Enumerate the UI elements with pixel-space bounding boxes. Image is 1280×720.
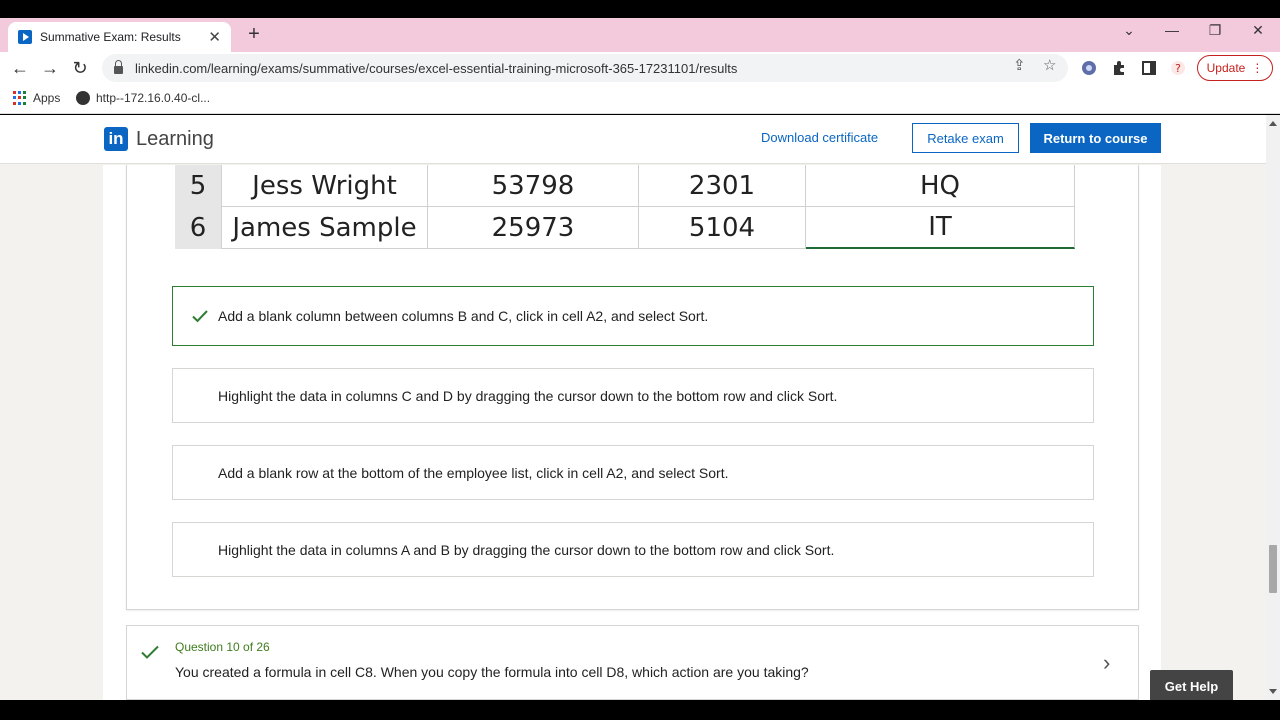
linkedin-learning-logo[interactable]: in Learning	[104, 127, 214, 151]
profile-help-icon[interactable]: ?	[1170, 60, 1186, 76]
scroll-up-icon[interactable]	[1269, 121, 1277, 126]
cell-c: 25973	[428, 207, 639, 249]
restore-icon[interactable]: ❐	[1200, 22, 1230, 39]
check-icon	[192, 310, 208, 323]
close-tab-icon[interactable]: ✕	[208, 28, 221, 46]
lock-icon	[114, 60, 123, 74]
new-tab-icon[interactable]: +	[243, 23, 265, 46]
browser-toolbar: ← → ↻ linkedin.com/learning/exams/summat…	[0, 52, 1280, 84]
extensions-puzzle-icon[interactable]	[1111, 60, 1127, 76]
answer-option-correct[interactable]: Add a blank column between columns B and…	[172, 286, 1094, 346]
return-to-course-button[interactable]: Return to course	[1030, 123, 1161, 153]
cell-d: 5104	[639, 207, 806, 249]
answer-text: Highlight the data in columns A and B by…	[218, 541, 835, 558]
cell-d: 2301	[639, 165, 806, 207]
cell-name: Jess Wright	[222, 165, 428, 207]
bookmark-intranet[interactable]: http--172.16.0.40-cl...	[76, 91, 210, 105]
page-scrollbar[interactable]	[1266, 115, 1280, 700]
row-header: 5	[175, 165, 222, 207]
tab-search-chevron-icon[interactable]: ⌄	[1114, 22, 1144, 39]
bookmark-star-icon[interactable]: ☆	[1043, 56, 1056, 74]
spreadsheet-image: 5 Jess Wright 53798 2301 HQ 6 James Samp…	[175, 165, 1075, 249]
update-label: Update	[1206, 61, 1246, 75]
tab-title: Summative Exam: Results	[40, 30, 181, 44]
bookmark-apps[interactable]: Apps	[13, 91, 60, 105]
scroll-thumb[interactable]	[1269, 545, 1277, 593]
url-text: linkedin.com/learning/exams/summative/co…	[135, 60, 738, 76]
answer-text: Highlight the data in columns C and D by…	[218, 387, 838, 404]
address-bar[interactable]: linkedin.com/learning/exams/summative/co…	[102, 54, 1068, 82]
download-certificate-link[interactable]: Download certificate	[761, 130, 878, 145]
kebab-menu-icon: ⋮	[1251, 61, 1264, 75]
cell-name: James Sample	[222, 207, 428, 249]
forward-arrow-icon[interactable]: →	[39, 57, 61, 79]
sheet-row: 6 James Sample 25973 5104 IT	[175, 207, 1075, 249]
linkedin-learning-favicon-icon	[18, 30, 32, 44]
back-arrow-icon[interactable]: ←	[9, 57, 31, 79]
cell-c: 53798	[428, 165, 639, 207]
bookmark-label: Apps	[33, 91, 61, 105]
svg-text:?: ?	[1175, 62, 1181, 75]
cell-e-selected: IT	[806, 207, 1075, 249]
answer-option[interactable]: Highlight the data in columns C and D by…	[172, 368, 1094, 423]
globe-icon	[76, 91, 90, 105]
sheet-row: 5 Jess Wright 53798 2301 HQ	[175, 165, 1075, 207]
side-panel-icon[interactable]	[1141, 60, 1157, 76]
retake-exam-button[interactable]: Retake exam	[912, 123, 1019, 153]
answer-option[interactable]: Highlight the data in columns A and B by…	[172, 522, 1094, 577]
extension-circle-icon[interactable]	[1081, 60, 1097, 76]
next-question-row[interactable]: Question 10 of 26 You created a formula …	[126, 625, 1139, 700]
reload-icon[interactable]: ↻	[69, 57, 91, 79]
logo-text: Learning	[136, 127, 214, 150]
bookmark-label: http--172.16.0.40-cl...	[96, 91, 211, 105]
answer-text: Add a blank row at the bottom of the emp…	[218, 464, 729, 481]
check-icon	[141, 645, 159, 659]
page: in Learning Download certificate Retake …	[0, 115, 1280, 700]
linkedin-in-icon: in	[104, 127, 128, 151]
scroll-down-icon[interactable]	[1269, 689, 1277, 694]
minimize-icon[interactable]: —	[1157, 22, 1187, 38]
get-help-button[interactable]: Get Help	[1150, 670, 1233, 700]
chevron-right-icon[interactable]: ›	[1103, 650, 1110, 676]
share-icon[interactable]: ⇪	[1013, 56, 1026, 74]
browser-tab[interactable]: Summative Exam: Results ✕	[8, 22, 231, 52]
close-window-icon[interactable]: ✕	[1243, 22, 1273, 39]
row-header: 6	[175, 207, 222, 249]
answer-text: Add a blank column between columns B and…	[218, 308, 709, 324]
browser-update-button[interactable]: Update ⋮	[1197, 55, 1273, 81]
cell-e: HQ	[806, 165, 1075, 207]
browser-tab-bar: Summative Exam: Results ✕ + ⌄ — ❐ ✕	[0, 18, 1280, 52]
apps-grid-icon	[13, 91, 27, 105]
question-number: Question 10 of 26	[175, 640, 270, 654]
question-text: You created a formula in cell C8. When y…	[175, 664, 809, 680]
learning-header: in Learning Download certificate Retake …	[0, 115, 1266, 164]
answer-option[interactable]: Add a blank row at the bottom of the emp…	[172, 445, 1094, 500]
bookmarks-bar: Apps http--172.16.0.40-cl...	[0, 84, 1280, 114]
